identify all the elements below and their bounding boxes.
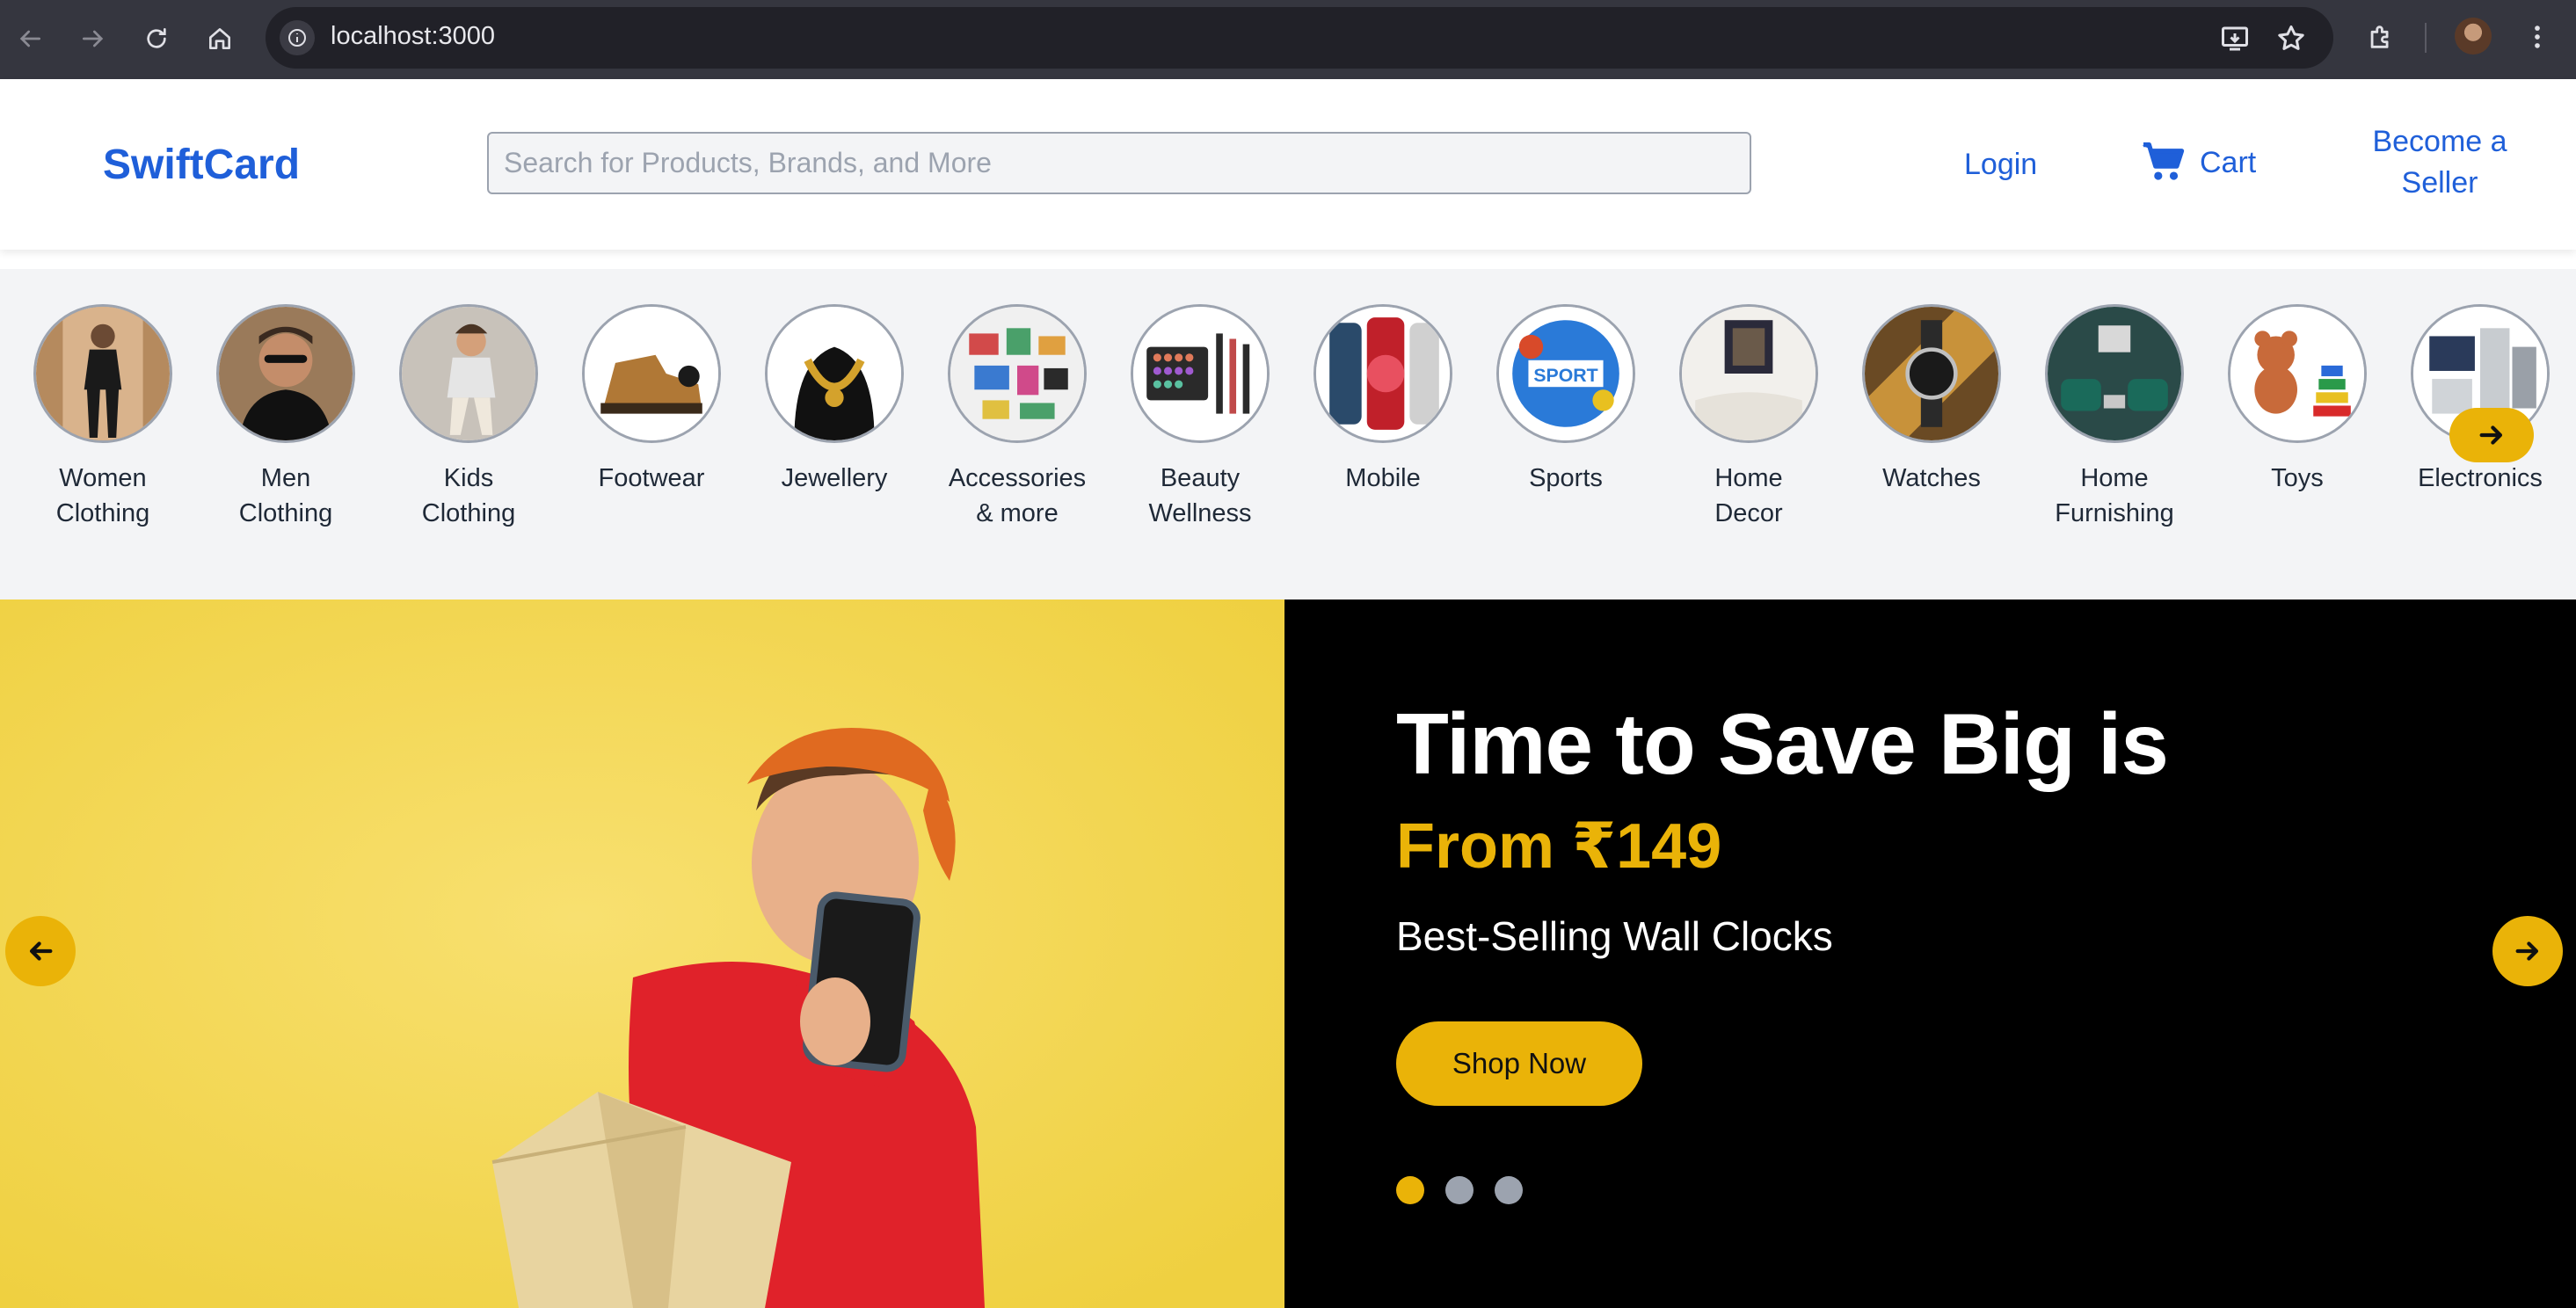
hero-kid-with-phone-image (0, 600, 1284, 1308)
category-label-line1: Watches (1882, 464, 1981, 492)
category-next-button[interactable] (2449, 408, 2534, 462)
category-watches[interactable]: Watches (1844, 304, 2019, 496)
necklace-photo (765, 304, 904, 443)
category-strip: Women Clothing Men Clothing Kids Clothing F… (0, 269, 2576, 600)
hero-price: From ₹149 (1396, 811, 1722, 882)
cart-link[interactable]: Cart (2142, 141, 2256, 185)
site-header: SwiftCard Login Cart Become a Seller (0, 79, 2576, 250)
category-label-line2: Clothing (238, 499, 333, 527)
teddy-photo (2228, 304, 2367, 443)
arrow-right-icon (83, 30, 104, 47)
category-label-line1: Electronics (2418, 464, 2543, 492)
category-label-line1: Toys (2271, 464, 2324, 492)
category-label-line2: Wellness (1148, 499, 1252, 527)
cart-label: Cart (2200, 145, 2257, 179)
category-electronics[interactable]: Electronics (2392, 304, 2568, 496)
toolbar-divider (2425, 23, 2427, 53)
sport-photo: SPORT (1496, 304, 1635, 443)
arrow-right-icon (2515, 941, 2539, 961)
category-label-line1: Mobile (1345, 464, 1421, 492)
category-label-line1: Home (1714, 464, 1783, 492)
home-icon (209, 28, 230, 49)
hero-subtitle: Best-Selling Wall Clocks (1396, 913, 1833, 959)
phone-photo (1313, 304, 1452, 443)
category-label-line1: Home (2080, 464, 2149, 492)
category-label-line1: Footwear (598, 464, 705, 492)
category-kids-clothing[interactable]: Kids Clothing (381, 304, 557, 531)
category-label-line2: & more (976, 499, 1059, 527)
browser-menu-button[interactable] (2518, 18, 2557, 56)
hero-title: Time to Save Big is (1396, 695, 2169, 792)
search-input[interactable] (487, 132, 1751, 194)
extensions-button[interactable] (2361, 18, 2400, 56)
category-label-line1: Jewellery (781, 464, 888, 492)
carousel-dot-3[interactable] (1495, 1176, 1523, 1204)
reload-icon (147, 28, 166, 48)
become-seller-link[interactable]: Become a Seller (2356, 121, 2523, 204)
category-label-line2: Clothing (421, 499, 516, 527)
arrow-left-icon (19, 30, 40, 47)
category-mobile[interactable]: Mobile (1295, 304, 1471, 496)
category-accessories[interactable]: Accessories & more (929, 304, 1105, 531)
category-label-line1: Beauty (1160, 464, 1241, 492)
carousel-dot-1[interactable] (1396, 1176, 1424, 1204)
site-info-icon[interactable] (280, 20, 315, 55)
category-beauty-wellness[interactable]: Beauty Wellness (1112, 304, 1288, 531)
makeup-photo (1131, 304, 1270, 443)
decor-photo (1679, 304, 1818, 443)
reload-button[interactable] (137, 19, 176, 58)
puzzle-icon (2370, 25, 2389, 48)
address-bar[interactable]: localhost:3000 (266, 7, 2333, 69)
hero-prev-button[interactable] (5, 916, 76, 986)
home-button[interactable] (200, 19, 239, 58)
login-link[interactable]: Login (1964, 148, 2037, 182)
shop-now-button[interactable]: Shop Now (1396, 1021, 1642, 1106)
category-sports[interactable]: SPORT Sports (1478, 304, 1654, 496)
hero-image-panel (0, 600, 1284, 1308)
category-label-line2: Decor (1714, 499, 1783, 527)
sofa-photo (2045, 304, 2184, 443)
kid-photo (399, 304, 538, 443)
category-label-line2: Furnishing (2055, 499, 2174, 527)
category-label-line1: Women (59, 464, 147, 492)
seller-label-line1: Become a (2372, 125, 2507, 158)
category-men-clothing[interactable]: Men Clothing (198, 304, 374, 531)
site-logo[interactable]: SwiftCard (103, 141, 300, 189)
arrow-left-icon (29, 941, 53, 961)
category-label-line1: Men (260, 464, 311, 492)
install-app-icon[interactable] (2219, 23, 2251, 54)
man-photo (216, 304, 355, 443)
accessories-photo (948, 304, 1087, 443)
shopping-cart-icon (2142, 142, 2185, 180)
category-jewellery[interactable]: Jewellery (746, 304, 922, 496)
more-vertical-icon (2535, 25, 2540, 48)
category-home-decor[interactable]: Home Decor (1661, 304, 1837, 531)
browser-toolbar: localhost:3000 (0, 0, 2576, 79)
hero-next-button[interactable] (2492, 916, 2563, 986)
bookmark-star-icon[interactable] (2275, 23, 2307, 54)
back-button[interactable] (11, 19, 49, 58)
category-label-line1: Kids (443, 464, 494, 492)
boot-photo (582, 304, 721, 443)
carousel-dot-2[interactable] (1445, 1176, 1474, 1204)
category-label-line1: Sports (1529, 464, 1603, 492)
watch-photo (1862, 304, 2001, 443)
carousel-dots (1396, 1176, 1523, 1204)
category-label-line2: Clothing (55, 499, 150, 527)
arrow-right-icon (2479, 425, 2503, 445)
category-home-furnishing[interactable]: Home Furnishing (2027, 304, 2202, 531)
seller-label-line2: Seller (2401, 166, 2478, 200)
sport-logo-text: SPORT (1533, 365, 1597, 386)
profile-avatar[interactable] (2455, 18, 2492, 54)
hero-text-panel: Time to Save Big is From ₹149 Best-Selli… (1284, 600, 2576, 1308)
url-text[interactable]: localhost:3000 (331, 22, 495, 51)
category-label-line1: Accessories (948, 464, 1087, 492)
category-toys[interactable]: Toys (2209, 304, 2385, 496)
forward-button[interactable] (74, 19, 113, 58)
woman-photo (33, 304, 172, 443)
category-women-clothing[interactable]: Women Clothing (15, 304, 191, 531)
category-footwear[interactable]: Footwear (564, 304, 739, 496)
